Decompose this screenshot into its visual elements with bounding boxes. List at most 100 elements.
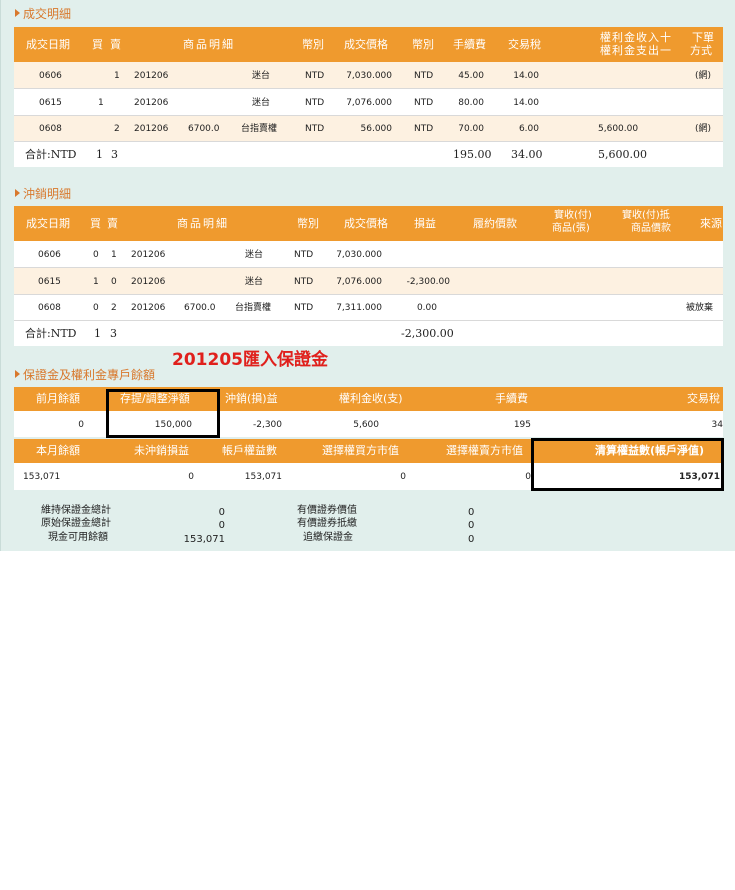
cell-fee: 45.00 bbox=[458, 71, 484, 81]
summary-value: 0 bbox=[468, 534, 475, 545]
margin-title-text: 保證金及權利金專戶餘額 bbox=[23, 368, 156, 382]
val-sell-mv: 0 bbox=[525, 472, 531, 482]
cell-currency: NTD bbox=[305, 71, 325, 81]
cell-pl: 0.00 bbox=[416, 303, 437, 313]
cell-currency: NTD bbox=[294, 277, 314, 287]
col-recv-line1: 實收(付) bbox=[554, 210, 592, 221]
col-offset-pl: 沖銷(損)益 bbox=[225, 392, 278, 405]
cell-currency: NTD bbox=[305, 98, 325, 108]
total-label: 合計:NTD bbox=[25, 148, 77, 161]
col-tax: 交易稅 bbox=[508, 38, 541, 51]
cell-date: 0615 bbox=[39, 98, 62, 108]
summary-label: 維持保證金總計 bbox=[41, 505, 111, 516]
col-date: 成交日期 bbox=[26, 217, 70, 230]
col-sell-mv: 選擇權賣方市值 bbox=[446, 444, 523, 457]
cell-month: 201206 bbox=[134, 98, 169, 108]
col-detail: 商品明細 bbox=[177, 217, 229, 230]
col-order-line1: 下單 bbox=[692, 31, 714, 44]
statement-panel: 成交明細 成交日期 買 賣 商品明細 幣別 成交價格 幣別 手續費 交易稅 權利… bbox=[0, 0, 735, 551]
total-tax: 34.00 bbox=[511, 148, 543, 161]
cell-date: 0615 bbox=[38, 277, 61, 287]
cell-month: 201206 bbox=[131, 303, 166, 313]
cell-date: 0606 bbox=[38, 250, 61, 260]
highlight-box-deposit bbox=[106, 389, 220, 438]
col-fee: 手續費 bbox=[495, 392, 528, 405]
cell-source: 被放棄 bbox=[686, 303, 714, 313]
trade-title-text: 成交明細 bbox=[23, 7, 72, 21]
cell-currency: NTD bbox=[294, 250, 314, 260]
cell-buy: 0 bbox=[93, 250, 99, 260]
cell-tax: 14.00 bbox=[513, 71, 539, 81]
margin-section-title: 保證金及權利金專戶餘額 bbox=[15, 366, 155, 383]
cell-sell: 2 bbox=[111, 303, 117, 313]
col-currency: 幣別 bbox=[297, 217, 319, 230]
summary-value: 0 bbox=[468, 507, 475, 518]
col-date: 成交日期 bbox=[26, 38, 70, 51]
total-sell: 3 bbox=[111, 148, 118, 161]
val-buy-mv: 0 bbox=[400, 472, 406, 482]
cell-month: 201206 bbox=[131, 250, 166, 260]
col-buy: 買 bbox=[90, 217, 101, 230]
col-currency: 幣別 bbox=[302, 38, 324, 51]
summary-label: 原始保證金總計 bbox=[41, 518, 111, 529]
cell-tax: 14.00 bbox=[513, 98, 539, 108]
cell-product: 台指賣權 bbox=[235, 303, 272, 313]
cell-price: 56.000 bbox=[360, 124, 393, 134]
total-buy: 1 bbox=[96, 148, 103, 161]
total-fee: 195.00 bbox=[453, 148, 492, 161]
summary-label: 現金可用餘額 bbox=[48, 532, 108, 543]
val-equity: 153,071 bbox=[244, 472, 282, 482]
offset-title-text: 沖銷明細 bbox=[23, 187, 72, 201]
cell-month: 201206 bbox=[134, 71, 169, 81]
highlight-box-net-equity bbox=[531, 438, 724, 491]
cell-buy: 1 bbox=[93, 277, 99, 287]
arrow-right-icon bbox=[15, 370, 20, 378]
cell-buy: 1 bbox=[98, 98, 104, 108]
table-row: 0615 1 0 201206 迷台 NTD 7,076.000 -2,300.… bbox=[14, 268, 723, 295]
cell-date: 0608 bbox=[38, 303, 61, 313]
cell-product: 迷台 bbox=[252, 71, 271, 81]
cell-currency: NTD bbox=[294, 303, 314, 313]
cell-currency-2: NTD bbox=[414, 124, 434, 134]
col-currency-2: 幣別 bbox=[412, 38, 434, 51]
cell-product: 迷台 bbox=[245, 250, 264, 260]
val-premium: 5,600 bbox=[353, 420, 379, 430]
table-row: 0606 1 201206 迷台 NTD 7,030.000 NTD 45.00… bbox=[14, 62, 723, 89]
table-row: 0615 1 201206 迷台 NTD 7,076.000 NTD 80.00… bbox=[14, 89, 723, 116]
cell-fee: 70.00 bbox=[458, 124, 484, 134]
val-prev-balance: 0 bbox=[78, 420, 84, 430]
offset-total-row: 合計:NTD 1 3 -2,300.00 bbox=[14, 321, 723, 346]
cell-currency: NTD bbox=[305, 124, 325, 134]
summary-label: 有價證券抵繳 bbox=[297, 518, 357, 529]
col-source: 來源 bbox=[700, 217, 722, 230]
trade-section-title: 成交明細 bbox=[15, 5, 71, 22]
summary-label: 追繳保證金 bbox=[303, 532, 353, 543]
col-recv-line2: 商品(張) bbox=[552, 223, 590, 234]
col-pl: 損益 bbox=[414, 217, 436, 230]
cell-sell: 1 bbox=[114, 71, 120, 81]
summary-value: 153,071 bbox=[183, 534, 225, 545]
cell-pl: -2,300.00 bbox=[406, 277, 450, 287]
total-pl: -2,300.00 bbox=[401, 327, 454, 340]
col-fee: 手續費 bbox=[453, 38, 486, 51]
col-premium-line2: 權利金支出一 bbox=[600, 44, 672, 57]
col-price: 成交價格 bbox=[344, 217, 388, 230]
arrow-right-icon bbox=[15, 9, 20, 17]
col-detail: 商品明細 bbox=[183, 38, 235, 51]
col-order-line2: 方式 bbox=[690, 44, 712, 57]
table-row: 0608 0 2 201206 6700.0 台指賣權 NTD 7,311.00… bbox=[14, 295, 723, 321]
cell-product: 台指賣權 bbox=[241, 124, 278, 134]
table-row: 0606 0 1 201206 迷台 NTD 7,030.000 bbox=[14, 241, 723, 268]
total-sell: 3 bbox=[110, 327, 117, 340]
cell-month: 201206 bbox=[131, 277, 166, 287]
col-equity: 帳戶權益數 bbox=[222, 444, 277, 457]
col-prev-balance: 前月餘額 bbox=[36, 392, 80, 405]
val-month-balance: 153,071 bbox=[23, 472, 61, 482]
col-buy-mv: 選擇權買方市值 bbox=[322, 444, 399, 457]
cell-premium: 5,600.00 bbox=[598, 124, 639, 134]
cell-sell: 2 bbox=[114, 124, 120, 134]
cell-tax: 6.00 bbox=[518, 124, 539, 134]
cell-month: 201206 bbox=[134, 124, 169, 134]
col-sell: 賣 bbox=[107, 217, 118, 230]
cell-price: 7,030.000 bbox=[346, 71, 392, 81]
